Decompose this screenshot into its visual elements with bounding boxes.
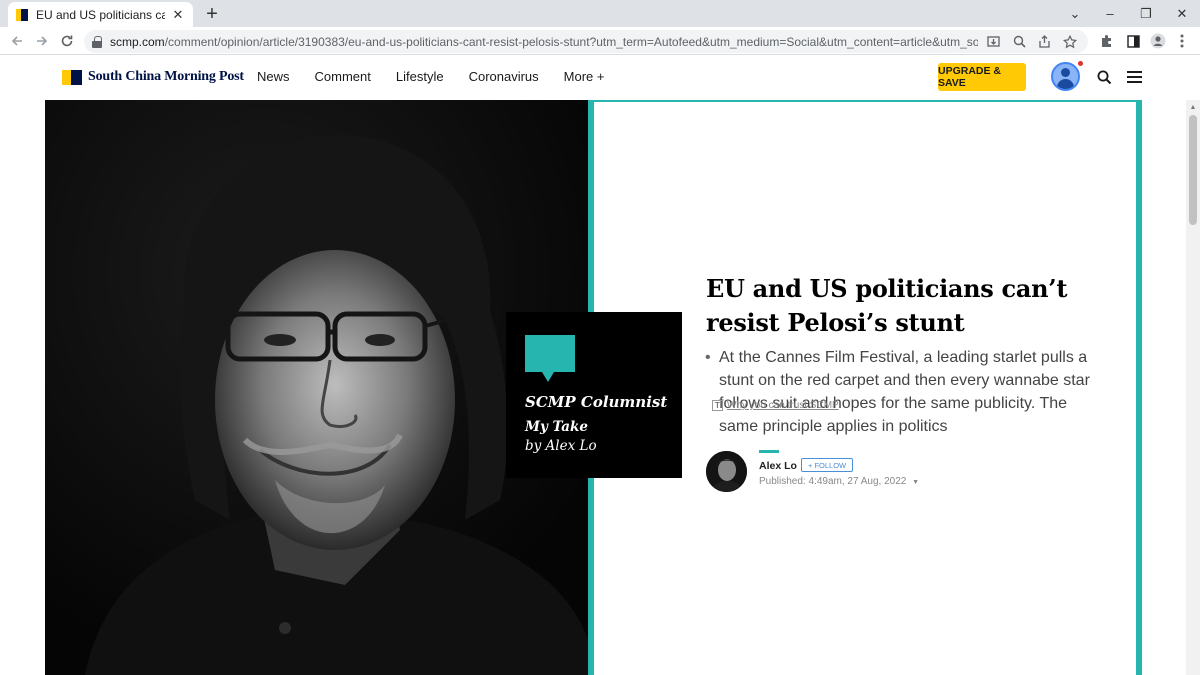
scroll-up-icon[interactable]: ▲ xyxy=(1186,100,1200,114)
trust-icon: T xyxy=(712,400,723,411)
author-name[interactable]: Alex Lo xyxy=(759,460,797,472)
browser-tabstrip: EU and US politicians can’t resist ✕ + ⌄… xyxy=(0,0,1200,27)
new-tab-button[interactable]: + xyxy=(200,2,224,26)
address-bar[interactable]: scmp.com/comment/opinion/article/3190383… xyxy=(84,30,1088,53)
article-hero: SCMP Columnist My Take by Alex Lo EU and… xyxy=(45,100,1143,675)
scroll-thumb[interactable] xyxy=(1189,115,1197,225)
article-summary: • At the Cannes Film Festival, a leading… xyxy=(705,346,1095,438)
close-window-icon[interactable]: ✕ xyxy=(1164,0,1200,27)
tab-search-icon[interactable]: ⌄ xyxy=(1057,0,1093,27)
notification-dot xyxy=(1078,61,1083,66)
accent-bar-right xyxy=(1136,100,1142,675)
page-scrollbar[interactable]: ▲ xyxy=(1186,100,1200,675)
nav-item-comment[interactable]: Comment xyxy=(315,69,371,84)
accent-bar-top xyxy=(588,100,1141,102)
scmp-favicon-icon xyxy=(16,8,28,21)
speech-bubble-icon xyxy=(525,335,575,372)
install-icon[interactable] xyxy=(984,32,1004,52)
forward-icon[interactable] xyxy=(31,30,53,52)
article-headline: EU and US politicians can’t resist Pelos… xyxy=(706,274,1068,337)
bookmark-star-icon[interactable] xyxy=(1060,32,1080,52)
minimize-icon[interactable]: – xyxy=(1092,0,1128,27)
column-byline: by Alex Lo xyxy=(525,438,597,454)
share-icon[interactable] xyxy=(1035,32,1055,52)
zoom-icon[interactable] xyxy=(1009,32,1029,52)
column-name: My Take xyxy=(525,419,588,435)
summary-bullet: • xyxy=(705,349,711,366)
browser-tab[interactable]: EU and US politicians can’t resist ✕ xyxy=(8,2,193,27)
back-icon[interactable] xyxy=(6,30,28,52)
nav-item-lifestyle[interactable]: Lifestyle xyxy=(396,69,444,84)
nav-item-news[interactable]: News xyxy=(257,69,290,84)
browser-menu-icon[interactable] xyxy=(1172,31,1192,51)
url-text[interactable]: scmp.com/comment/opinion/article/3190383… xyxy=(110,35,978,49)
nav-item-coronavirus[interactable]: Coronavirus xyxy=(469,69,539,84)
browser-toolbar: scmp.com/comment/opinion/article/3190383… xyxy=(0,27,1200,55)
nav-item-more[interactable]: More + xyxy=(564,69,605,84)
user-avatar-icon[interactable] xyxy=(1051,62,1080,91)
upgrade-save-button[interactable]: UPGRADE & SAVE xyxy=(938,63,1026,91)
follow-button[interactable]: + FOLLOW xyxy=(801,458,854,472)
restore-icon[interactable]: ❐ xyxy=(1128,0,1164,27)
published-date[interactable]: Published: 4:49am, 27 Aug, 2022 ▼ xyxy=(759,476,919,487)
tab-close-icon[interactable]: ✕ xyxy=(171,7,185,23)
scmp-logo[interactable]: South China Morning Post xyxy=(62,69,244,85)
hamburger-menu-icon[interactable] xyxy=(1123,66,1145,88)
author-row: Alex Lo + FOLLOW Published: 4:49am, 27 A… xyxy=(706,450,1086,510)
scmp-logo-mark-icon xyxy=(62,69,82,85)
tab-title: EU and US politicians can’t resist xyxy=(36,7,165,22)
author-avatar[interactable] xyxy=(706,451,747,492)
search-icon[interactable] xyxy=(1093,66,1115,88)
side-panel-icon[interactable] xyxy=(1123,31,1143,51)
trust-row: T Why you can trust SCMP xyxy=(712,400,839,411)
summary-text: At the Cannes Film Festival, a leading s… xyxy=(719,349,1090,435)
reload-icon[interactable] xyxy=(56,30,78,52)
logo-text: South China Morning Post xyxy=(88,69,244,84)
column-title: SCMP Columnist xyxy=(525,393,668,411)
columnist-badge[interactable]: SCMP Columnist My Take by Alex Lo xyxy=(506,312,682,478)
profile-icon[interactable] xyxy=(1148,31,1168,51)
trust-link[interactable]: Why you can trust SCMP xyxy=(727,400,839,411)
author-accent xyxy=(759,450,779,453)
site-header: South China Morning Post News Comment Li… xyxy=(0,56,1200,100)
main-nav: News Comment Lifestyle Coronavirus More … xyxy=(257,69,630,84)
lock-icon[interactable] xyxy=(92,35,102,48)
extensions-icon[interactable] xyxy=(1097,31,1117,51)
chevron-down-icon[interactable]: ▼ xyxy=(912,479,919,486)
